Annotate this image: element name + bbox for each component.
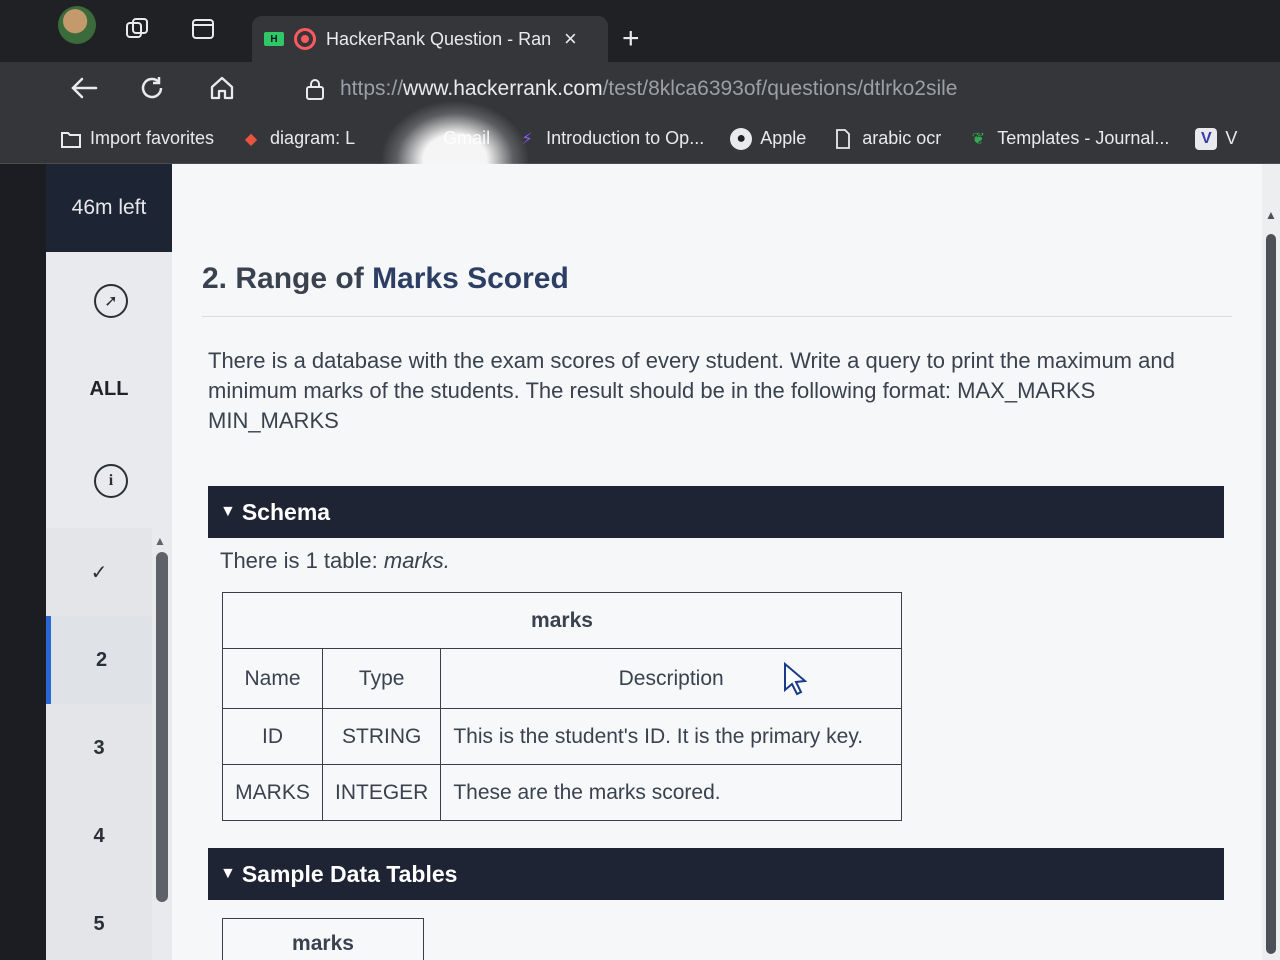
browser-tab-bar: H HackerRank Question - Ran × + xyxy=(0,0,1280,62)
home-icon[interactable] xyxy=(202,68,242,108)
sample-data-section-header[interactable]: ▼ Sample Data Tables xyxy=(208,848,1224,900)
table-row: ID STRING This is the student's ID. It i… xyxy=(222,708,902,765)
schema-section-header[interactable]: ▼ Schema xyxy=(208,486,1224,538)
sample-table-name: marks xyxy=(222,918,424,960)
address-bar[interactable]: https://www.hackerrank.com/test/8klca639… xyxy=(290,70,1250,108)
bookmark-gmail[interactable]: Gmail xyxy=(443,128,490,149)
collapse-triangle-icon: ▼ xyxy=(220,503,236,520)
sample-heading: Sample Data Tables xyxy=(241,860,458,887)
browser-nav-bar: https://www.hackerrank.com/test/8klca639… xyxy=(0,62,1280,114)
bookmark-v[interactable]: V V xyxy=(1195,127,1238,150)
time-remaining: 46m left xyxy=(46,164,172,252)
bookmark-label: V xyxy=(1225,128,1238,148)
question-title-part2: Marks Scored xyxy=(372,262,569,295)
intro-icon: ⚡ xyxy=(521,130,533,148)
bookmarks-bar: Import favorites ◆ diagram: L Gmail ⚡ In… xyxy=(0,114,1280,164)
table-cell: STRING xyxy=(321,708,442,765)
question-sidebar: ➚ ALL i ✓ 2 3 4 5 ▲ xyxy=(46,252,172,960)
scroll-up-arrow-icon[interactable]: ▲ xyxy=(1265,208,1277,222)
table-cell: MARKS xyxy=(222,764,323,821)
bookmark-import-favorites[interactable]: Import favorites xyxy=(60,128,214,150)
problem-statement: There is a database with the exam scores… xyxy=(208,348,1175,433)
url-path: /test/8klca6393of/questions/dtlrko2sile xyxy=(602,77,958,100)
recording-icon xyxy=(294,28,316,50)
workspaces-icon[interactable] xyxy=(120,12,154,46)
url-protocol: https:// xyxy=(340,77,404,100)
question-title-part1: Range of xyxy=(235,262,364,295)
table-row: MARKS INTEGER These are the marks scored… xyxy=(222,764,902,821)
mouse-cursor-icon xyxy=(782,661,810,703)
column-header: Description xyxy=(440,648,902,709)
profile-avatar[interactable] xyxy=(58,6,96,44)
lock-icon[interactable] xyxy=(304,77,326,107)
back-arrow-icon[interactable] xyxy=(64,68,104,108)
refresh-icon[interactable] xyxy=(132,68,172,108)
bookmark-label: Templates - Journal... xyxy=(997,128,1170,148)
bookmark-label: diagram: L xyxy=(270,128,356,148)
question-content: 2. Range of Marks Scored There is a data… xyxy=(172,164,1262,960)
question-list: ✓ 2 3 4 5 xyxy=(46,528,152,960)
v-icon: V xyxy=(1195,127,1218,150)
question-title: 2. Range of Marks Scored xyxy=(202,262,569,296)
apple-icon: ● xyxy=(730,127,753,150)
table-cell: INTEGER xyxy=(321,764,442,821)
new-tab-button[interactable]: + xyxy=(622,24,640,54)
diagram-icon: ◆ xyxy=(244,130,258,148)
question-number: 2. xyxy=(202,262,228,295)
tab-close-icon[interactable]: × xyxy=(564,26,577,52)
sidebar-scrollbar[interactable] xyxy=(156,552,168,902)
active-tab[interactable]: H HackerRank Question - Ran × xyxy=(252,16,608,62)
hackerrank-test-page: 46m left ➚ ALL i ✓ 2 3 4 5 ▲ 2. Range of… xyxy=(46,164,1280,960)
table-cell: This is the student's ID. It is the prim… xyxy=(440,708,902,765)
compass-icon[interactable]: ➚ xyxy=(94,284,128,318)
question-item-5[interactable]: 5 xyxy=(46,880,152,960)
all-questions-link[interactable]: ALL xyxy=(46,378,172,401)
scroll-up-arrow-icon[interactable]: ▲ xyxy=(154,534,166,548)
hackerrank-favicon-icon: H xyxy=(264,32,284,46)
bookmark-label: arabic ocr xyxy=(862,128,942,148)
tab-title: HackerRank Question - Ran xyxy=(326,28,552,49)
bookmark-label: Import favorites xyxy=(90,128,215,148)
bookmark-apple[interactable]: ● Apple xyxy=(730,127,807,150)
schema-table: marks Name Type Description ID STRING Th… xyxy=(222,592,902,821)
table-cell: ID xyxy=(222,708,323,765)
question-item-3[interactable]: 3 xyxy=(46,704,152,792)
bookmark-introduction[interactable]: ⚡ Introduction to Op... xyxy=(516,128,704,150)
schema-note-prefix: There is 1 table: xyxy=(220,548,378,573)
column-header: Type xyxy=(321,648,442,709)
info-icon[interactable]: i xyxy=(94,464,128,498)
schema-table-name: marks xyxy=(222,592,902,649)
bookmark-arabic-ocr[interactable]: arabic ocr xyxy=(832,128,941,150)
import-icon xyxy=(60,128,82,150)
bookmark-label: Introduction to Op... xyxy=(546,128,705,148)
column-header: Name xyxy=(222,648,323,709)
bookmark-label: Apple xyxy=(760,128,807,148)
bookmark-label: Gmail xyxy=(443,128,491,148)
page-scrollbar[interactable]: ▲ xyxy=(1262,164,1280,960)
page-scroll-thumb[interactable] xyxy=(1266,234,1276,954)
title-divider xyxy=(202,316,1232,317)
page-icon xyxy=(832,128,854,150)
vertical-tabs-icon[interactable] xyxy=(186,12,220,46)
bookmark-diagram[interactable]: ◆ diagram: L xyxy=(240,128,355,150)
schema-note: There is 1 table: marks. xyxy=(220,548,450,574)
schema-heading: Schema xyxy=(241,498,331,525)
question-item-1[interactable]: ✓ xyxy=(46,528,152,616)
collapse-triangle-icon: ▼ xyxy=(220,865,236,882)
question-item-2[interactable]: 2 xyxy=(46,616,152,704)
bookmark-templates[interactable]: ❦ Templates - Journal... xyxy=(967,128,1170,150)
schema-note-table: marks. xyxy=(383,548,450,573)
url-domain: www.hackerrank.com xyxy=(403,77,603,100)
question-item-4[interactable]: 4 xyxy=(46,792,152,880)
templates-icon: ❦ xyxy=(971,130,985,148)
table-cell: These are the marks scored. xyxy=(440,764,902,821)
